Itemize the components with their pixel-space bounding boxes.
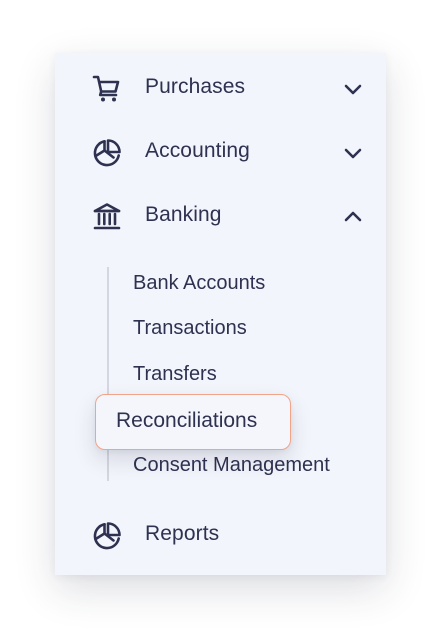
bank-icon — [91, 201, 123, 233]
stage: Purchases Accounting Banking Bank Accoun… — [0, 0, 440, 628]
submenu-item-bank-accounts[interactable]: Bank Accounts — [133, 272, 265, 295]
submenu-item-label: Reconciliations — [116, 409, 258, 432]
sidebar-item-label: Accounting — [145, 139, 250, 162]
chevron-down-icon[interactable] — [341, 141, 365, 165]
sidebar-item-purchases[interactable]: Purchases — [55, 63, 386, 113]
cart-icon — [91, 73, 123, 105]
submenu-item-consent-management[interactable]: Consent Management — [133, 454, 330, 477]
sidebar-item-accounting[interactable]: Accounting — [55, 127, 386, 177]
sidebar-item-label: Purchases — [145, 75, 246, 98]
chart-pie-icon — [91, 520, 123, 552]
sidebar-item-label: Reports — [145, 522, 220, 545]
submenu-item-transactions[interactable]: Transactions — [133, 317, 247, 340]
chevron-up-icon[interactable] — [341, 205, 365, 229]
sidebar-item-reports[interactable]: Reports — [55, 510, 386, 560]
sidebar-item-label: Banking — [145, 203, 222, 226]
sidebar-item-banking[interactable]: Banking — [55, 191, 386, 241]
chevron-down-icon[interactable] — [341, 77, 365, 101]
sidebar-menu: Purchases Accounting Banking Bank Accoun… — [55, 53, 386, 575]
submenu-item-reconciliations[interactable]: Reconciliations — [95, 394, 291, 450]
chart-pie-icon — [91, 137, 123, 169]
submenu-item-transfers[interactable]: Transfers — [133, 363, 217, 386]
